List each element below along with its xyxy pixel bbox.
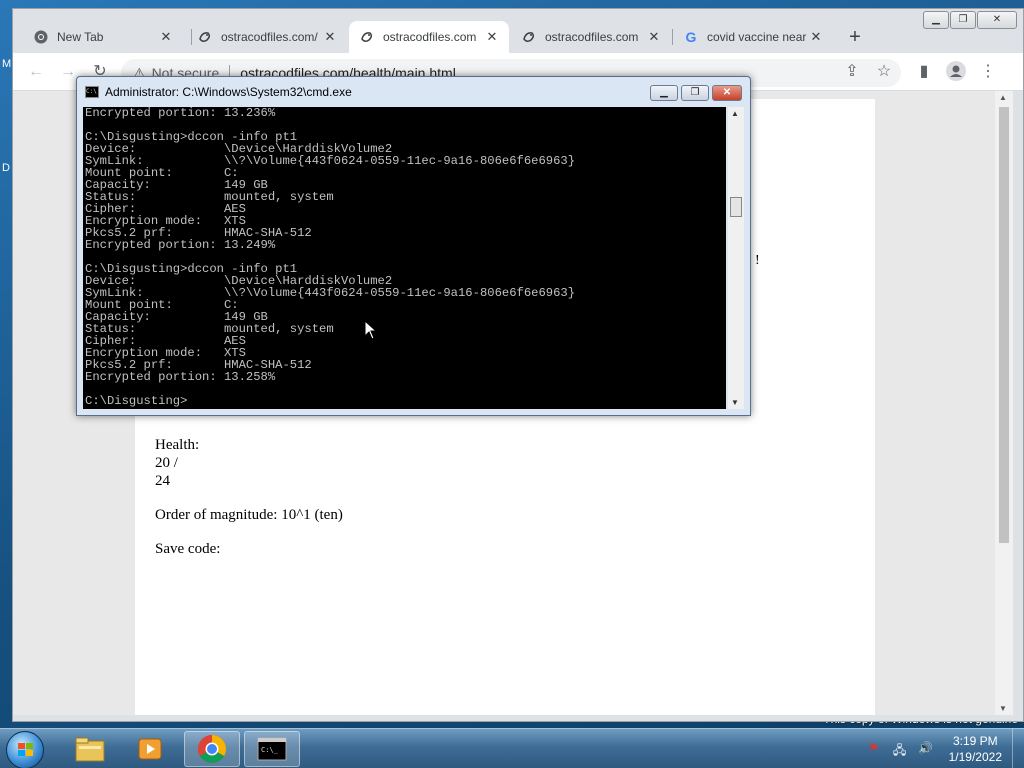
cmd-output: Encrypted portion: 13.236% C:\Disgusting… [85,107,576,408]
more-menu-icon[interactable]: ⋮ [977,61,999,83]
back-button[interactable]: ← [25,61,47,83]
tab-ostracod-1[interactable]: ostracodfiles.com/ ✕ [187,21,347,53]
cmd-window[interactable]: C:\ Administrator: C:\Windows\System32\c… [76,76,751,416]
profile-avatar-icon[interactable] [945,61,967,83]
action-center-flag-icon[interactable]: ⚑ [865,741,883,757]
side-panel-icon[interactable]: ▮ [913,61,935,83]
cmd-icon: C:\ [85,86,99,98]
folder-icon [75,737,105,762]
clock-time: 3:19 PM [952,734,998,748]
taskbar: C:\_ ⚑ 🖧 🔊 3:19 PM 1/19/2022 [0,728,1024,768]
clock[interactable]: 3:19 PM 1/19/2022 [949,733,1002,765]
ostracod-icon [197,29,213,45]
tab-new-tab[interactable]: New Tab ✕ [23,21,183,53]
cmd-maximize-button[interactable]: ❐ [681,85,709,101]
bookmark-star-icon[interactable]: ☆ [873,61,895,83]
cmd-minimize-button[interactable]: ▁ [650,85,678,101]
new-tab-button[interactable]: + [843,25,867,49]
tab-ostracod-3[interactable]: ostracodfiles.com ✕ [511,21,671,53]
taskbar-explorer[interactable] [62,731,118,767]
close-tab-icon[interactable]: ✕ [485,29,499,45]
magnitude-text: Order of magnitude: 10^1 (ten) [155,507,343,523]
page-scrollbar[interactable]: ▲ ▼ [995,91,1013,715]
tab-strip: New Tab ✕ ostracodfiles.com/ ✕ ostracodf… [13,9,1023,53]
show-desktop-button[interactable] [1012,729,1024,768]
taskbar-media-player[interactable] [122,731,178,767]
taskbar-cmd[interactable]: C:\_ [244,731,300,767]
tab-title: ostracodfiles.com [383,30,477,44]
cmd-scrollbar-thumb[interactable] [730,197,742,217]
system-tray: ⚑ 🖧 🔊 3:19 PM 1/19/2022 [865,729,1024,768]
cmd-close-button[interactable]: ✕ [712,85,742,101]
browser-window-controls: ▁ ❐ ✕ [922,11,1017,29]
tab-covid-search[interactable]: G covid vaccine near ✕ [673,21,833,53]
network-icon[interactable]: 🖧 [891,741,909,757]
save-code-label: Save code: [155,541,221,557]
share-icon[interactable]: ⇪ [841,61,863,83]
tab-title: New Tab [57,30,104,44]
cmd-scrollbar[interactable]: ▲ ▼ [728,107,744,409]
close-window-button[interactable]: ✕ [977,11,1017,29]
clock-date: 1/19/2022 [948,750,1002,764]
svg-text:C:\_: C:\_ [261,746,279,754]
desktop-icon-label-edge: M [2,58,12,70]
cmd-console[interactable]: Encrypted portion: 13.236% C:\Disgusting… [83,107,726,409]
restore-button[interactable]: ❐ [950,11,976,29]
tab-title: ostracodfiles.com/ [221,30,318,44]
taskbar-chrome[interactable] [184,731,240,767]
start-button[interactable] [6,731,44,768]
health-current: 20 / [155,455,178,471]
health-max: 24 [155,473,170,489]
windows-logo-icon [18,743,34,757]
close-tab-icon[interactable]: ✕ [809,29,823,45]
chrome-icon [198,735,226,763]
media-player-icon [138,738,162,760]
tab-ostracod-2[interactable]: ostracodfiles.com ✕ [349,21,509,53]
health-label: Health: [155,437,200,453]
cmd-icon: C:\_ [257,737,287,761]
cmd-title-text: Administrator: C:\Windows\System32\cmd.e… [105,85,352,99]
close-tab-icon[interactable]: ✕ [159,29,173,45]
cmd-window-controls: ▁ ❐ ✕ [647,85,742,101]
scrollbar-thumb[interactable] [999,107,1009,543]
desktop-icon-label-edge: D [2,162,10,174]
ostracod-icon [521,29,537,45]
close-tab-icon[interactable]: ✕ [647,29,661,45]
close-tab-icon[interactable]: ✕ [323,29,337,45]
chrome-icon [33,29,49,45]
volume-icon[interactable]: 🔊 [917,741,935,757]
page-exclaim-text: ! [755,253,760,268]
tab-title: covid vaccine near [707,30,807,44]
google-icon: G [685,29,697,45]
mouse-cursor-icon [364,320,376,340]
ostracod-icon [359,29,375,45]
tab-title: ostracodfiles.com [545,30,639,44]
minimize-button[interactable]: ▁ [923,11,949,29]
